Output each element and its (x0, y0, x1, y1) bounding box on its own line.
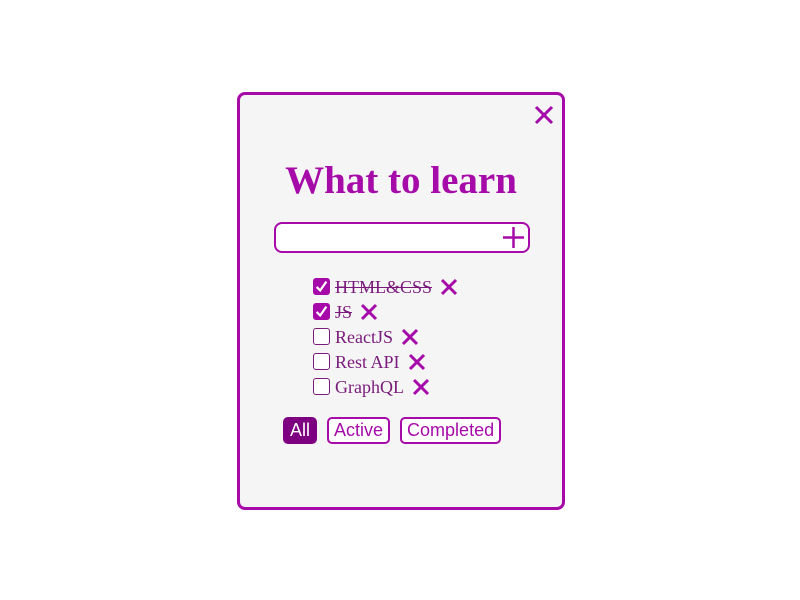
todo-item: ReactJS (313, 324, 459, 349)
todo-item: HTML&CSS (313, 274, 459, 299)
todo-label: GraphQL (335, 376, 404, 397)
todo-checkbox[interactable] (313, 303, 330, 320)
todo-label: ReactJS (335, 326, 393, 347)
todo-checkbox[interactable] (313, 328, 330, 345)
checkmark-icon (315, 306, 328, 318)
todo-checkbox[interactable] (313, 353, 330, 370)
todo-item: GraphQL (313, 374, 459, 399)
filter-bar: All Active Completed (283, 417, 511, 444)
filter-all-button[interactable]: All (283, 417, 318, 444)
todo-label: HTML&CSS (335, 276, 433, 297)
delete-icon[interactable] (400, 327, 420, 347)
delete-icon[interactable] (411, 377, 431, 397)
todo-item: Rest API (313, 349, 459, 374)
filter-active-button[interactable]: Active (327, 417, 391, 444)
todo-list: HTML&CSS JS ReactJS Rest API GraphQL (313, 274, 459, 399)
page-title: What to learn (285, 159, 517, 202)
close-icon[interactable] (532, 103, 556, 127)
filter-completed-button[interactable]: Completed (400, 417, 502, 444)
new-task-input[interactable] (282, 227, 496, 249)
plus-icon[interactable] (501, 225, 526, 250)
todo-label: Rest API (335, 351, 400, 372)
delete-icon[interactable] (407, 352, 427, 372)
delete-icon[interactable] (439, 277, 459, 297)
checkmark-icon (315, 281, 328, 293)
todo-card: What to learn HTML&CSS JS ReactJS Rest API G… (237, 92, 565, 510)
todo-checkbox[interactable] (313, 278, 330, 295)
delete-icon[interactable] (359, 302, 379, 322)
todo-checkbox[interactable] (313, 378, 330, 395)
new-task-row (274, 222, 530, 253)
todo-label: JS (335, 301, 353, 322)
todo-item: JS (313, 299, 459, 324)
